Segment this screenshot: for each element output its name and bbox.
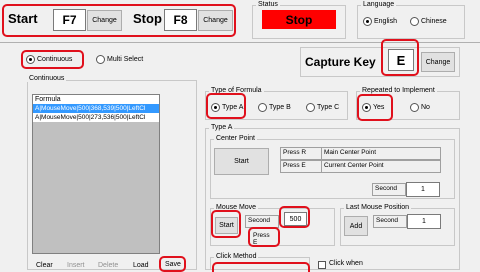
last-mouse-add-button[interactable]: Add [344,216,368,236]
last-mouse-second-input[interactable]: 1 [407,214,441,229]
formula-type-a[interactable]: Type A [211,103,243,113]
stop-label: Stop [133,11,162,26]
capture-key-field[interactable]: E [388,49,414,71]
formula-list-header: Formula [33,95,159,104]
capture-key-label: Capture Key [305,55,376,69]
center-second-label: Second [372,183,406,196]
radio-dot-icon [96,55,105,65]
radio-dot-icon [410,17,419,27]
status-indicator: Stop [262,10,336,29]
radio-dot-icon [306,103,315,113]
language-title: Language [361,1,397,8]
save-button[interactable]: Save [165,261,181,268]
repeat-no[interactable]: No [410,103,430,113]
main-center-point-label: Main Center Point [321,147,441,160]
radio-dot-icon [362,103,371,113]
list-item[interactable]: A|MouseMove|500|368,539|500|LeftCl [33,104,159,113]
radio-dot-icon [211,103,220,113]
current-center-point-label: Current Center Point [321,160,441,173]
formula-type-b[interactable]: Type B [258,103,291,113]
insert-button[interactable]: Insert [67,262,85,269]
mode-option-continuous[interactable]: Continuous [26,55,72,65]
radio-dot-icon [258,103,267,113]
press-r-label: Press R [280,147,322,160]
clear-button[interactable]: Clear [36,262,53,269]
radio-dot-icon [363,17,372,27]
radio-dot-icon [26,55,35,65]
stop-change-button[interactable]: Change [198,10,233,31]
language-option-english[interactable]: English [363,17,397,27]
click-method-highlight [212,262,310,272]
radio-dot-icon [410,103,419,113]
continuous-title: Continuous [27,75,67,82]
formula-type-c[interactable]: Type C [306,103,339,113]
status-title: Status [256,1,280,8]
repeat-yes[interactable]: Yes [362,103,384,113]
type-a-title: Type A [209,124,235,131]
last-mouse-title: Last Mouse Position [344,204,412,211]
stop-hotkey-field[interactable]: F8 [164,9,197,31]
start-change-button[interactable]: Change [87,10,122,31]
start-hotkey-field[interactable]: F7 [53,9,86,31]
mouse-move-second-input[interactable]: 500 [284,212,307,226]
center-point-title: Center Point [214,135,257,142]
repeat-title: Repeated to Implement [360,87,437,94]
center-second-input[interactable]: 1 [406,182,440,197]
list-item[interactable]: A|MouseMove|500|273,536|500|LeftCl [33,113,159,122]
start-label: Start [8,11,38,26]
language-option-chinese[interactable]: Chinese [410,17,447,27]
delete-button[interactable]: Delete [98,262,118,269]
center-point-start-button[interactable]: Start [214,148,269,175]
click-method-title: Click Method [214,253,259,260]
formula-list[interactable]: Formula A|MouseMove|500|368,539|500|Left… [32,94,160,254]
capture-change-button[interactable]: Change [421,52,455,72]
last-mouse-second-label: Second [373,215,407,228]
press-e-label: Press E [280,160,322,173]
mode-option-multi-select[interactable]: Multi Select [96,55,143,65]
mouse-move-start-button[interactable]: Start [215,217,238,234]
mouse-move-press-label: Press E [251,231,277,246]
load-button[interactable]: Load [133,262,149,269]
click-when-checkbox[interactable] [318,261,326,269]
click-when-label: Click when [329,260,363,267]
